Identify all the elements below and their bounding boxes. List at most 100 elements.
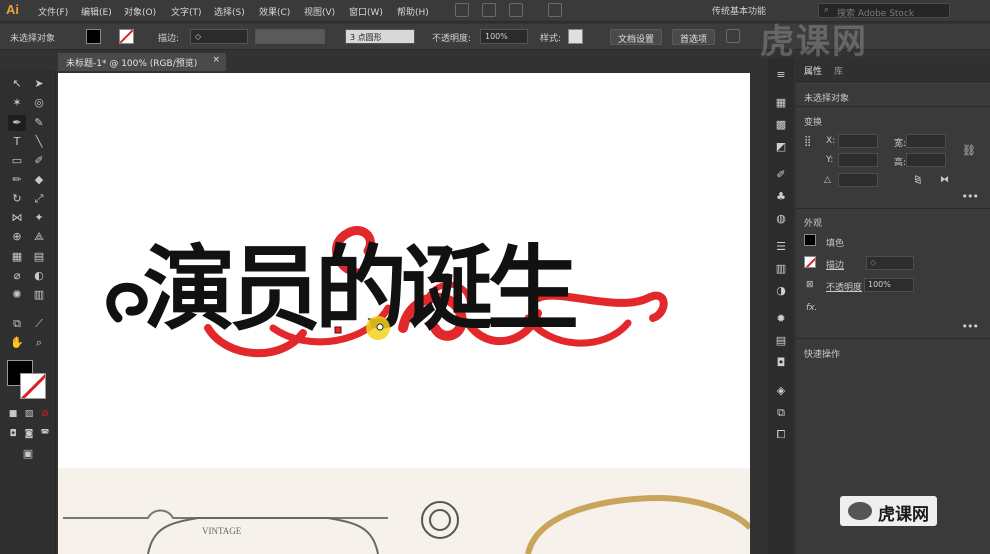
artboard-tool-icon[interactable]: ⧉ [8,316,26,332]
more-options-icon[interactable]: ••• [962,320,979,333]
gradient-panel-icon[interactable]: ▥ [773,262,789,276]
document-setup-button[interactable]: 文档设置 [610,29,663,45]
menu-object[interactable]: 对象(O) [124,5,156,18]
links-panel-icon[interactable]: ⧠ [773,428,789,442]
pen-tool-icon[interactable]: ✒ [8,115,26,131]
zoom-tool-icon[interactable]: ⌕ [30,335,48,351]
close-icon[interactable]: × [212,55,220,65]
vintage-label: VINTAGE [202,526,242,536]
variable-width-profile[interactable] [255,29,325,44]
brushes-panel-icon[interactable]: ✐ [773,168,789,182]
brush-definition[interactable]: 3 点圆形 [345,29,415,44]
selection-tool-icon[interactable]: ↖ [8,76,26,92]
slice-tool-icon[interactable]: ⟋ [30,316,48,332]
pencil-tool-icon[interactable]: ✏ [8,172,26,188]
menu-type[interactable]: 文字(T) [171,5,202,18]
symbols-panel-icon[interactable]: ♣ [773,190,789,204]
constrain-proportions-icon[interactable]: ⛓ [962,144,976,157]
arrange-documents-icon[interactable] [509,3,523,17]
paintbrush-tool-icon[interactable]: ✐ [30,153,48,169]
artboards-panel-icon[interactable]: ⧉ [773,406,789,420]
perspective-grid-tool-icon[interactable]: ⟁ [30,229,48,245]
stroke-label[interactable]: 描边 [826,258,844,271]
swatches-panel-icon[interactable]: ◩ [773,140,789,154]
bridge-icon[interactable] [455,3,469,17]
draw-inside-icon[interactable]: ◚ [36,426,54,442]
effects-button[interactable]: fx. [806,303,817,313]
artboard-canvas[interactable]: 演员的诞生 VINTAGE [58,73,750,554]
menu-help[interactable]: 帮助(H) [397,5,429,18]
none-color-icon[interactable]: ⊘ [36,406,54,422]
document-tab[interactable]: 未标题-1* @ 100% (RGB/预览) × [58,53,226,71]
stroke-color-box[interactable] [20,373,46,399]
eraser-tool-icon[interactable]: ◆ [30,172,48,188]
scale-tool-icon[interactable]: ⤢ [30,191,48,207]
width-tool-icon[interactable]: ⋈ [8,210,26,226]
menu-window[interactable]: 窗口(W) [349,5,383,18]
hand-tool-icon[interactable]: ✋ [8,335,26,351]
color-guide-icon[interactable]: ▩ [773,118,789,132]
x-field[interactable] [838,134,878,148]
lasso-tool-icon[interactable]: ◎ [30,95,48,111]
pathfinder-panel-icon[interactable]: ◘ [773,356,789,370]
height-field[interactable] [906,153,946,167]
workspace-switcher[interactable]: 传统基本功能 [712,4,766,17]
screen-mode-icon[interactable]: ▣ [19,446,37,462]
width-field[interactable] [906,134,946,148]
stroke-weight-field[interactable]: ◇ [190,29,248,44]
menu-effect[interactable]: 效果(C) [259,5,290,18]
menu-edit[interactable]: 编辑(E) [81,5,112,18]
gradient-tool-icon[interactable]: ▤ [30,249,48,265]
appearance-panel-icon[interactable]: ✹ [773,312,789,326]
stroke-weight-field[interactable]: ◇ [866,256,914,270]
color-panel-icon[interactable]: ▦ [773,96,789,110]
arrange-icon[interactable] [726,29,740,43]
eyedropper-tool-icon[interactable]: ⌀ [8,268,26,284]
menu-file[interactable]: 文件(F) [38,5,68,18]
transform-section-title: 变换 [804,118,823,128]
column-graph-tool-icon[interactable]: ▥ [30,287,48,303]
fill-swatch[interactable] [86,29,101,44]
panel-collapse-icon[interactable]: ≡ [773,68,789,82]
rotate-tool-icon[interactable]: ↻ [8,191,26,207]
shape-builder-tool-icon[interactable]: ⊕ [8,229,26,245]
direct-selection-tool-icon[interactable]: ➤ [30,76,48,92]
more-options-icon[interactable]: ••• [962,190,979,203]
line-tool-icon[interactable]: ╲ [30,134,48,150]
menu-view[interactable]: 视图(V) [304,5,335,18]
transparency-panel-icon[interactable]: ◑ [773,284,789,298]
gpu-performance-icon[interactable] [548,3,562,17]
puppet-warp-tool-icon[interactable]: ✦ [30,210,48,226]
stroke-panel-icon[interactable]: ☰ [773,240,789,254]
type-tool-icon[interactable]: T [8,134,26,150]
symbol-sprayer-tool-icon[interactable]: ✺ [8,287,26,303]
fill-swatch[interactable] [804,234,816,246]
graphic-styles-icon[interactable]: ◍ [773,212,789,226]
stock-icon[interactable] [482,3,496,17]
reference-point-icon[interactable]: ⣿ [804,136,811,147]
flip-vertical-icon[interactable]: ⧓ [940,175,949,185]
opacity-label[interactable]: 不透明度 [826,280,862,293]
layers-panel-icon[interactable]: ◈ [773,384,789,398]
quick-actions-title: 快速操作 [804,350,841,360]
tab-libraries[interactable]: 库 [834,64,843,77]
rectangle-tool-icon[interactable]: ▭ [8,153,26,169]
opacity-label: 不透明度: [432,34,472,44]
magic-wand-tool-icon[interactable]: ✶ [8,95,26,111]
rotate-field[interactable] [838,173,878,187]
align-panel-icon[interactable]: ▤ [773,334,789,348]
mesh-tool-icon[interactable]: ▦ [8,249,26,265]
y-field[interactable] [838,153,878,167]
preferences-button[interactable]: 首选项 [672,29,716,45]
flip-horizontal-icon[interactable]: ⧎ [914,175,922,185]
tab-properties[interactable]: 属性 [804,64,822,77]
curvature-tool-icon[interactable]: ✎ [30,115,48,131]
h-label: 高: [894,158,907,168]
stroke-swatch[interactable] [804,256,816,268]
blend-tool-icon[interactable]: ◐ [30,268,48,284]
opacity-field[interactable]: 100% [864,278,914,292]
graphic-style-swatch[interactable] [568,29,583,44]
opacity-field[interactable]: 100% [480,29,528,44]
stroke-swatch[interactable] [119,29,134,44]
menu-select[interactable]: 选择(S) [214,5,245,18]
